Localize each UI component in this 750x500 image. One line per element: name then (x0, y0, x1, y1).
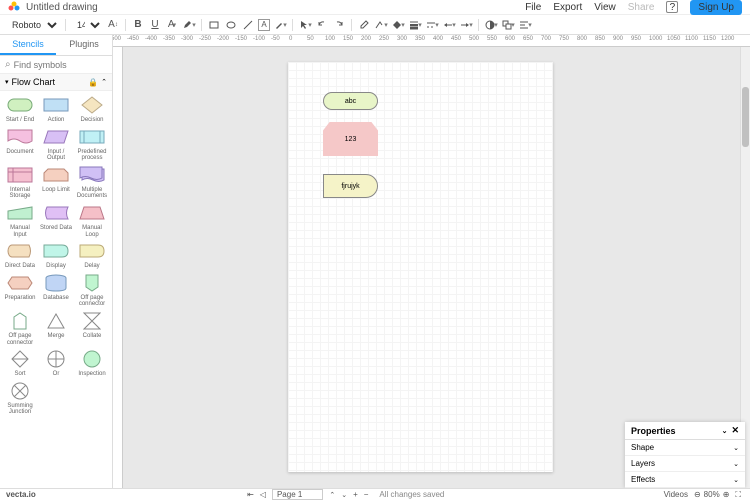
opacity-button[interactable]: ▾ (484, 18, 498, 32)
fillcolor-button[interactable]: ▾ (391, 18, 405, 32)
fullscreen-button[interactable]: ⛶ (735, 490, 741, 500)
property-row[interactable]: Shape⌄ (625, 440, 745, 456)
stencil-shape[interactable]: Start / End (3, 94, 37, 124)
zoom-out-button[interactable]: ⊖ (694, 490, 701, 499)
stencil-shape[interactable]: Sort (3, 348, 37, 378)
stencil-shape[interactable]: Summing Junction (3, 380, 37, 416)
stencil-shape[interactable]: Off page connector (3, 310, 37, 346)
line-tool[interactable] (241, 18, 255, 32)
highlight-button[interactable]: ▾ (182, 18, 196, 32)
font-select[interactable]: Roboto (6, 19, 60, 31)
text-tool[interactable]: A (258, 19, 270, 31)
save-status: All changes saved (379, 490, 444, 499)
rect-tool[interactable] (207, 18, 221, 32)
stencil-shape[interactable]: Action (39, 94, 73, 124)
ruler-horizontal: -500-450-400-350-300-250-200-150-100-500… (113, 35, 750, 47)
stencil-shape[interactable]: Delay (75, 240, 109, 270)
stencil-shape[interactable]: Internal Storage (3, 164, 37, 200)
stencil-shape[interactable]: Database (39, 272, 73, 308)
canvas-shape[interactable]: 123 (323, 122, 378, 156)
linestyle-button[interactable]: ▾ (425, 18, 439, 32)
collapse-icon[interactable]: ⌄ (722, 428, 728, 435)
stencil-shape[interactable]: Collate (75, 310, 109, 346)
pointer-tool[interactable]: ▾ (298, 18, 312, 32)
stencil-shape[interactable]: Inspection (75, 348, 109, 378)
search-icon: ⌕ (5, 59, 11, 70)
toolbar: Roboto 14px A↕ B U A▾ ▾ A ▾ ▾ ▾ ▾ ▾ ▾ ▾ … (0, 15, 750, 35)
menu-view[interactable]: View (594, 2, 616, 13)
lock-icon: 🔒 (88, 78, 98, 87)
stencil-shape[interactable]: Input / Output (39, 126, 73, 162)
zoom-in-button[interactable]: ⊕ (723, 490, 730, 499)
search-input[interactable] (14, 60, 113, 70)
stencil-shape[interactable]: Direct Data (3, 240, 37, 270)
canvas-shape[interactable]: fjrujyk (323, 174, 378, 198)
eyedropper-tool[interactable] (357, 18, 371, 32)
doc-title[interactable]: Untitled drawing (26, 2, 525, 13)
stencil-shape[interactable]: Or (39, 348, 73, 378)
arrange-button[interactable]: ▾ (501, 18, 515, 32)
underline-button[interactable]: U (148, 18, 162, 32)
textcase-button[interactable]: A↕ (106, 18, 120, 32)
ruler-vertical (113, 47, 123, 488)
align-button[interactable]: ▾ (518, 18, 532, 32)
properties-title: Properties (631, 426, 676, 436)
arrow-end-button[interactable]: ▾ (459, 18, 473, 32)
stencil-shape[interactable]: Document (3, 126, 37, 162)
menu-share: Share (628, 2, 655, 13)
help-icon[interactable]: ? (666, 1, 678, 13)
ellipse-tool[interactable] (224, 18, 238, 32)
fontsize-select[interactable]: 14px (71, 19, 103, 31)
stencil-shape[interactable]: Preparation (3, 272, 37, 308)
page-first-button[interactable]: ⇤ (247, 490, 254, 499)
stencil-shape[interactable]: Manual Input (3, 202, 37, 238)
category-header[interactable]: ▾ Flow Chart 🔒 ⌃ (0, 74, 112, 91)
redo-button[interactable] (332, 18, 346, 32)
drawing-page[interactable]: abc 123 fjrujyk (288, 62, 553, 472)
app-logo (8, 1, 20, 13)
property-row[interactable]: Effects⌄ (625, 472, 745, 488)
tab-plugins[interactable]: Plugins (56, 35, 112, 55)
scrollbar-thumb[interactable] (742, 87, 749, 147)
videos-button[interactable]: Videos (664, 490, 688, 499)
zoom-level[interactable]: 80% (704, 490, 720, 499)
stencil-shape[interactable]: Manual Loop (75, 202, 109, 238)
tab-stencils[interactable]: Stencils (0, 35, 56, 55)
page-select[interactable]: Page 1 (272, 489, 323, 500)
linecolor-button[interactable]: ▾ (374, 18, 388, 32)
footer: vecta.io ⇤ ◁ Page 1 ⌃ ⌄ + − All changes … (0, 488, 750, 500)
stencil-shape[interactable]: Multiple Documents (75, 164, 109, 200)
page-down-button[interactable]: ⌄ (341, 491, 347, 499)
property-row[interactable]: Layers⌄ (625, 456, 745, 472)
menu-file[interactable]: File (525, 2, 541, 13)
close-icon[interactable]: ✕ (731, 425, 739, 435)
stencil-shape[interactable]: Display (39, 240, 73, 270)
textcolor-button[interactable]: A▾ (165, 18, 179, 32)
stencil-shape[interactable]: Loop Limit (39, 164, 73, 200)
sidebar: Stencils Plugins ⌕ ▾ Flow Chart 🔒 ⌃ Star… (0, 35, 113, 488)
page-add-button[interactable]: + (353, 490, 358, 499)
undo-button[interactable] (315, 18, 329, 32)
page-prev-button[interactable]: ◁ (260, 490, 266, 499)
chevron-down-icon: ▾ (5, 78, 9, 86)
stencil-shape[interactable]: Decision (75, 94, 109, 124)
page-remove-button[interactable]: − (364, 490, 369, 499)
menu-export[interactable]: Export (553, 2, 582, 13)
canvas-shape[interactable]: abc (323, 92, 378, 110)
properties-panel: Properties ⌄✕ Shape⌄Layers⌄Effects⌄ (625, 422, 745, 488)
stencil-shape[interactable]: Off page connector (75, 272, 109, 308)
stencil-shape[interactable]: Merge (39, 310, 73, 346)
brand-label[interactable]: vecta.io (6, 490, 36, 499)
page-up-button[interactable]: ⌃ (329, 491, 335, 499)
chevron-up-icon[interactable]: ⌃ (101, 78, 107, 86)
stencil-shape[interactable]: Stored Data (39, 202, 73, 238)
stencil-shape[interactable]: Predefined process (75, 126, 109, 162)
pen-tool[interactable]: ▾ (273, 18, 287, 32)
arrow-start-button[interactable]: ▾ (442, 18, 456, 32)
bold-button[interactable]: B (131, 18, 145, 32)
signup-button[interactable]: Sign Up (690, 0, 742, 15)
lineweight-button[interactable]: ▾ (408, 18, 422, 32)
